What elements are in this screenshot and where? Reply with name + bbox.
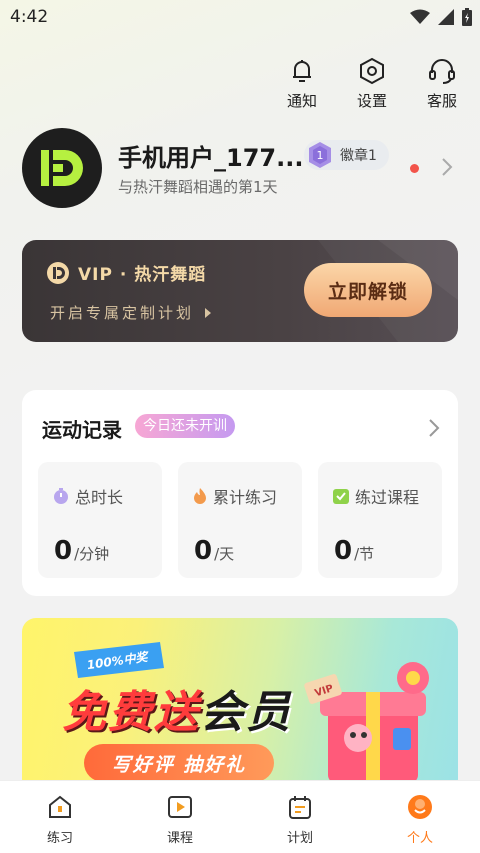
customer-service-label: 客服 xyxy=(426,92,457,110)
chevron-right-icon[interactable] xyxy=(440,156,454,178)
stat-label: 累计练习 xyxy=(213,488,278,507)
record-status-tag: 今日还未开训 xyxy=(135,414,235,438)
stat-value: 0 xyxy=(54,536,73,566)
calendar-icon xyxy=(289,796,311,819)
promo-headline-black: 会员 xyxy=(200,687,292,738)
notification-label: 通知 xyxy=(286,92,317,110)
unlock-vip-button[interactable]: 立即解锁 xyxy=(304,263,432,317)
person-icon xyxy=(408,795,432,819)
house-icon xyxy=(49,795,71,818)
profile-subtitle: 与热汗舞蹈相遇的第1天 xyxy=(118,178,278,196)
settings-button[interactable]: 设置 xyxy=(352,56,392,111)
status-time: 4:42 xyxy=(10,7,49,27)
battery-icon xyxy=(462,8,472,26)
customer-service-button[interactable]: 客服 xyxy=(422,56,462,111)
promo-headline: 免费送会员 xyxy=(62,676,292,740)
play-icon xyxy=(168,796,192,818)
stat-value: 0 xyxy=(194,536,213,566)
vip-title-row: VIP · 热汗舞蹈 xyxy=(46,260,206,285)
tab-practice[interactable]: 练习 xyxy=(0,781,120,853)
notification-button[interactable]: 通知 xyxy=(282,56,322,111)
badge-label: 徽章1 xyxy=(340,148,377,164)
gift-box-icon: VIP xyxy=(304,662,429,783)
notification-dot xyxy=(410,164,419,173)
tab-label: 课程 xyxy=(166,831,193,846)
promo-banner[interactable]: 100%中奖 免费送会员 写好评 抽好礼 VIP xyxy=(22,618,458,793)
vip-description-row[interactable]: 开启专属定制计划 xyxy=(50,302,212,323)
vip-logo-icon xyxy=(47,261,69,284)
profile-section[interactable]: 手机用户_177... 与热汗舞蹈相遇的第1天 1 徽章1 xyxy=(22,128,462,210)
brand-logo-icon xyxy=(41,150,83,186)
stat-total-duration: 总时长 0 /分钟 xyxy=(38,462,162,578)
tab-plan[interactable]: 计划 xyxy=(240,781,360,853)
vip-description: 开启专属定制计划 xyxy=(50,304,195,322)
stat-label: 总时长 xyxy=(75,488,124,507)
wifi-icon xyxy=(410,9,430,24)
caret-right-icon xyxy=(205,307,212,318)
bottom-tab-bar: 练习 课程 计划 个人 xyxy=(0,780,480,853)
vip-card[interactable]: VIP · 热汗舞蹈 开启专属定制计划 立即解锁 xyxy=(22,240,458,342)
stat-unit: /节 xyxy=(354,545,375,563)
settings-label: 设置 xyxy=(356,92,387,110)
stat-value: 0 xyxy=(334,536,353,566)
badge-chip[interactable]: 1 徽章1 xyxy=(304,140,389,170)
check-icon xyxy=(333,489,349,504)
badge-level: 1 xyxy=(317,149,324,162)
username[interactable]: 手机用户_177... xyxy=(118,138,303,173)
stopwatch-icon xyxy=(54,488,68,504)
stat-unit: /天 xyxy=(214,545,235,563)
tab-label: 个人 xyxy=(406,831,433,846)
tab-label: 计划 xyxy=(286,831,313,846)
stat-unit: /分钟 xyxy=(74,545,110,563)
promo-headline-red: 免费送 xyxy=(62,687,200,738)
bell-icon xyxy=(293,60,311,82)
avatar[interactable] xyxy=(22,128,102,208)
flame-icon xyxy=(194,488,206,504)
settings-hexagon-icon xyxy=(360,57,384,85)
status-bar: 4:42 xyxy=(0,0,480,34)
record-title: 运动记录 xyxy=(42,418,122,442)
chevron-right-icon[interactable] xyxy=(428,418,440,438)
badge-medal-icon: 1 xyxy=(309,142,331,168)
promo-subline-pill[interactable]: 写好评 抽好礼 xyxy=(84,744,274,782)
unlock-vip-label: 立即解锁 xyxy=(327,280,408,303)
tab-courses[interactable]: 课程 xyxy=(120,781,240,853)
promo-subline: 写好评 抽好礼 xyxy=(111,753,247,776)
signal-icon xyxy=(438,9,454,25)
status-icons xyxy=(410,8,472,26)
stat-practice-days: 累计练习 0 /天 xyxy=(178,462,302,578)
stat-courses-done: 练过课程 0 /节 xyxy=(318,462,442,578)
headset-icon xyxy=(429,59,455,84)
stat-label: 练过课程 xyxy=(355,488,420,507)
tab-profile[interactable]: 个人 xyxy=(360,781,480,853)
tab-label: 练习 xyxy=(46,831,73,846)
exercise-record-card[interactable]: 运动记录 今日还未开训 总时长 0 /分钟 累计练习 0 /天 练过课程 0 /… xyxy=(22,390,458,596)
top-actions: 通知 设置 客服 xyxy=(282,56,462,111)
vip-title: VIP · 热汗舞蹈 xyxy=(78,265,207,285)
